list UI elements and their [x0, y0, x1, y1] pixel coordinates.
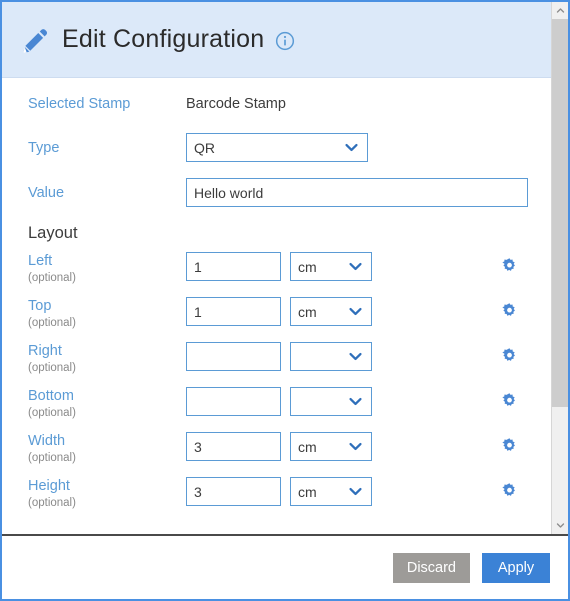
scrollbar-track[interactable] [552, 19, 568, 517]
gear-icon[interactable] [500, 347, 519, 366]
dialog-header: Edit Configuration [2, 2, 551, 78]
chevron-down-icon [349, 262, 362, 271]
left-optional-note: (optional) [28, 271, 76, 284]
discard-button[interactable]: Discard [392, 552, 470, 583]
chevron-down-icon [349, 352, 362, 361]
gear-icon[interactable] [500, 257, 519, 276]
width-unit-select[interactable]: cm [290, 432, 372, 461]
layout-row-height: Height (optional) cm [2, 474, 551, 519]
height-unit-select[interactable]: cm [290, 477, 372, 506]
bottom-amount-input[interactable] [186, 387, 281, 416]
type-select[interactable]: QR [186, 133, 368, 162]
left-label: Left (optional) [28, 252, 186, 285]
right-label-text: Right [28, 343, 62, 359]
selected-stamp-label: Selected Stamp [28, 95, 131, 112]
right-unit-select[interactable] [290, 342, 372, 371]
pencil-icon [23, 28, 48, 53]
top-amount-input[interactable] [186, 297, 281, 326]
left-label-text: Left [28, 253, 53, 269]
gear-icon[interactable] [500, 302, 519, 321]
edit-configuration-dialog: Edit Configuration Selected Stamp Barcod… [0, 0, 570, 601]
top-optional-note: (optional) [28, 316, 76, 329]
scrollbar-down-button[interactable] [552, 517, 568, 534]
layout-row-width: Width (optional) cm [2, 429, 551, 474]
width-label-text: Width [28, 433, 66, 449]
layout-row-right: Right (optional) [2, 339, 551, 384]
right-optional-note: (optional) [28, 361, 76, 374]
right-amount-input[interactable] [186, 342, 281, 371]
dialog-body: Selected Stamp Barcode Stamp Type QR Val… [2, 78, 551, 533]
type-label: Type [28, 139, 60, 156]
height-amount-input[interactable] [186, 477, 281, 506]
info-icon[interactable] [275, 31, 295, 51]
row-value: Value [2, 170, 551, 215]
bottom-label-text: Bottom [28, 388, 74, 404]
left-unit-select[interactable]: cm [290, 252, 372, 281]
scrollbar-thumb[interactable] [552, 19, 568, 408]
vertical-scrollbar[interactable] [551, 2, 568, 534]
selected-stamp-value: Barcode Stamp [186, 95, 286, 112]
width-label: Width (optional) [28, 432, 186, 465]
height-unit-value: cm [298, 483, 317, 500]
bottom-unit-select[interactable] [290, 387, 372, 416]
layout-heading: Layout [28, 224, 78, 242]
type-select-value: QR [194, 139, 215, 156]
width-optional-note: (optional) [28, 451, 76, 464]
chevron-down-icon [349, 442, 362, 451]
page-title: Edit Configuration [62, 25, 265, 53]
height-label: Height (optional) [28, 477, 186, 510]
chevron-down-icon [349, 487, 362, 496]
apply-button[interactable]: Apply [482, 552, 550, 583]
left-unit-value: cm [298, 258, 317, 275]
layout-row-bottom: Bottom (optional) [2, 384, 551, 429]
layout-row-left: Left (optional) cm [2, 249, 551, 294]
width-amount-input[interactable] [186, 432, 281, 461]
bottom-label: Bottom (optional) [28, 387, 186, 420]
chevron-down-icon [349, 397, 362, 406]
row-type: Type QR [2, 125, 551, 170]
dialog-content: Edit Configuration Selected Stamp Barcod… [2, 2, 551, 534]
top-label-text: Top [28, 298, 52, 314]
top-unit-select[interactable]: cm [290, 297, 372, 326]
right-label: Right (optional) [28, 342, 186, 375]
top-unit-value: cm [298, 303, 317, 320]
dialog-footer: Discard Apply [2, 534, 568, 599]
layout-row-top: Top (optional) cm [2, 294, 551, 339]
chevron-up-icon [556, 8, 564, 13]
gear-icon[interactable] [500, 437, 519, 456]
height-optional-note: (optional) [28, 496, 76, 509]
scrollbar-up-button[interactable] [552, 2, 568, 19]
dialog-scroll-region: Edit Configuration Selected Stamp Barcod… [2, 2, 568, 534]
height-label-text: Height [28, 478, 70, 494]
value-input[interactable] [186, 178, 528, 207]
bottom-optional-note: (optional) [28, 406, 76, 419]
chevron-down-icon [556, 523, 564, 528]
chevron-down-icon [345, 143, 358, 152]
row-selected-stamp: Selected Stamp Barcode Stamp [2, 78, 551, 125]
left-amount-input[interactable] [186, 252, 281, 281]
top-label: Top (optional) [28, 297, 186, 330]
gear-icon[interactable] [500, 482, 519, 501]
value-label: Value [28, 184, 65, 201]
width-unit-value: cm [298, 438, 317, 455]
gear-icon[interactable] [500, 392, 519, 411]
chevron-down-icon [349, 307, 362, 316]
